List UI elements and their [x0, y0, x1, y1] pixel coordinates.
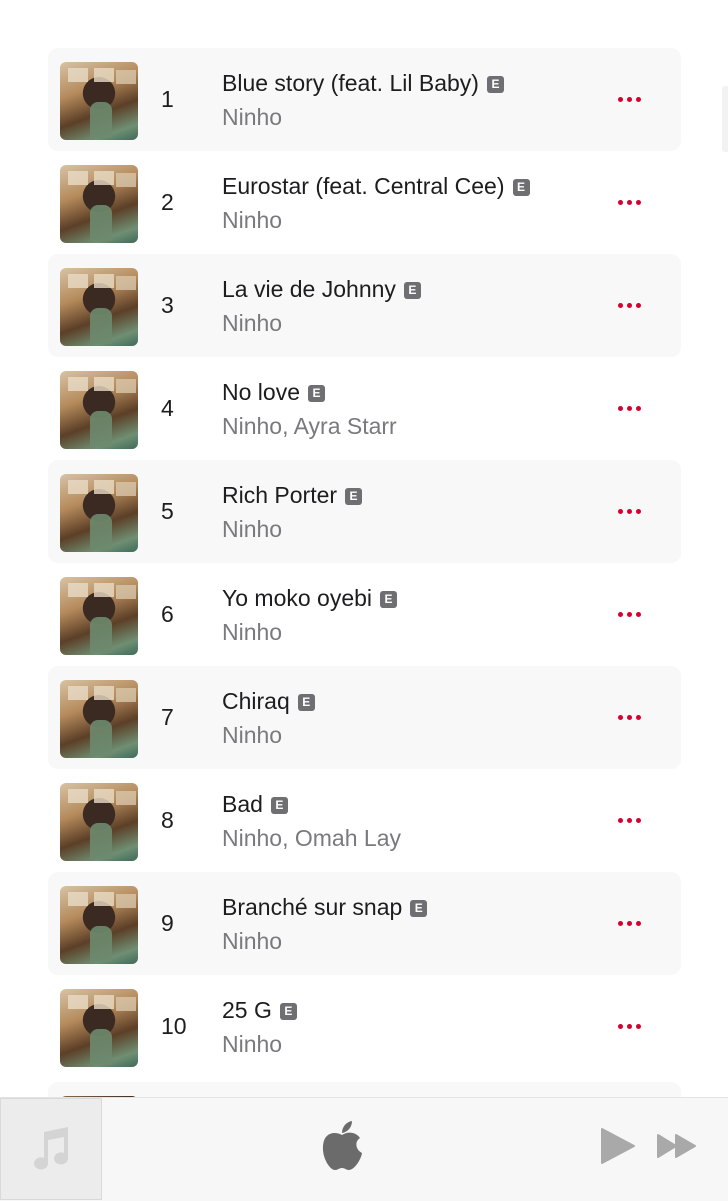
track-row[interactable]: 10 25 G E Ninho [48, 975, 681, 1078]
track-list: 1 Blue story (feat. Lil Baby) E Ninho 2 E… [48, 48, 681, 1078]
fast-forward-icon[interactable] [656, 1132, 698, 1160]
album-artwork [60, 886, 138, 964]
track-title-line: Bad E [222, 789, 288, 819]
album-artwork [60, 680, 138, 758]
track-title-line: No love E [222, 377, 325, 407]
more-options-icon[interactable] [614, 503, 644, 519]
track-artist: Ninho [222, 1031, 283, 1057]
track-row[interactable]: 3 La vie de Johnny E Ninho [48, 254, 681, 357]
track-artist: Ninho, Omah Lay [222, 825, 401, 851]
album-artwork [60, 783, 138, 861]
track-artist: Ninho [222, 722, 283, 748]
track-number: 3 [161, 292, 174, 318]
track-title-line: Branché sur snap E [222, 892, 428, 922]
track-title: Branché sur snap [222, 894, 403, 920]
track-row[interactable]: 1 Blue story (feat. Lil Baby) E Ninho [48, 48, 681, 151]
track-artist: Ninho, Ayra Starr [222, 413, 397, 439]
track-row[interactable]: 6 Yo moko oyebi E Ninho [48, 563, 681, 666]
track-number: 2 [161, 189, 174, 215]
explicit-badge: E [512, 179, 530, 196]
track-row[interactable]: 5 Rich Porter E Ninho [48, 460, 681, 563]
track-title-line: Yo moko oyebi E [222, 583, 398, 613]
track-title: Rich Porter [222, 482, 338, 508]
track-number: 4 [161, 395, 174, 421]
track-row[interactable]: 2 Eurostar (feat. Central Cee) E Ninho [48, 151, 681, 254]
more-options-icon[interactable] [614, 606, 644, 622]
track-artist: Ninho [222, 310, 283, 336]
more-options-icon[interactable] [614, 812, 644, 828]
track-title: La vie de Johnny [222, 276, 396, 302]
explicit-badge: E [486, 76, 504, 93]
explicit-badge: E [307, 385, 325, 402]
track-title: 25 G [222, 997, 272, 1023]
apple-logo-icon [322, 1121, 362, 1170]
track-title: Blue story (feat. Lil Baby) [222, 70, 479, 96]
track-number: 5 [161, 498, 174, 524]
more-options-icon[interactable] [614, 91, 644, 107]
mini-player [0, 1097, 728, 1201]
track-number: 6 [161, 601, 174, 627]
track-number: 9 [161, 910, 174, 936]
album-artwork [60, 474, 138, 552]
track-title-line: 25 G E [222, 995, 297, 1025]
track-title-line: Blue story (feat. Lil Baby) E [222, 68, 504, 98]
track-row[interactable]: 8 Bad E Ninho, Omah Lay [48, 769, 681, 872]
track-title: Eurostar (feat. Central Cee) [222, 173, 505, 199]
music-note-icon [34, 1127, 69, 1170]
more-options-icon[interactable] [614, 297, 644, 313]
track-row[interactable]: 4 No love E Ninho, Ayra Starr [48, 357, 681, 460]
explicit-badge: E [380, 591, 398, 608]
now-playing-artwork[interactable] [0, 1098, 102, 1200]
play-icon[interactable] [598, 1126, 636, 1166]
track-number: 10 [161, 1013, 187, 1039]
album-artwork [60, 268, 138, 346]
track-number: 8 [161, 807, 174, 833]
track-title-line: Rich Porter E [222, 480, 363, 510]
track-number: 7 [161, 704, 174, 730]
explicit-badge: E [403, 282, 421, 299]
track-row[interactable]: 7 Chiraq E Ninho [48, 666, 681, 769]
track-artist: Ninho [222, 516, 283, 542]
track-title: No love [222, 379, 300, 405]
track-artist: Ninho [222, 928, 283, 954]
track-title-line: La vie de Johnny E [222, 274, 421, 304]
album-artwork [60, 989, 138, 1067]
explicit-badge: E [345, 488, 363, 505]
album-artwork [60, 165, 138, 243]
track-artist: Ninho [222, 104, 283, 130]
track-number: 1 [161, 86, 174, 112]
more-options-icon[interactable] [614, 1018, 644, 1034]
more-options-icon[interactable] [614, 915, 644, 931]
track-title-line: Eurostar (feat. Central Cee) E [222, 171, 530, 201]
track-artist: Ninho [222, 619, 283, 645]
track-title-line: Chiraq E [222, 686, 315, 716]
explicit-badge: E [410, 900, 428, 917]
explicit-badge: E [297, 694, 315, 711]
more-options-icon[interactable] [614, 709, 644, 725]
track-row[interactable]: 9 Branché sur snap E Ninho [48, 872, 681, 975]
more-options-icon[interactable] [614, 194, 644, 210]
track-title: Bad [222, 791, 263, 817]
album-artwork [60, 62, 138, 140]
album-artwork [60, 371, 138, 449]
track-title: Chiraq [222, 688, 290, 714]
more-options-icon[interactable] [614, 400, 644, 416]
track-artist: Ninho [222, 207, 283, 233]
explicit-badge: E [270, 797, 288, 814]
explicit-badge: E [279, 1003, 297, 1020]
scroll-indicator[interactable] [722, 86, 728, 152]
album-artwork [60, 577, 138, 655]
track-title: Yo moko oyebi [222, 585, 373, 611]
